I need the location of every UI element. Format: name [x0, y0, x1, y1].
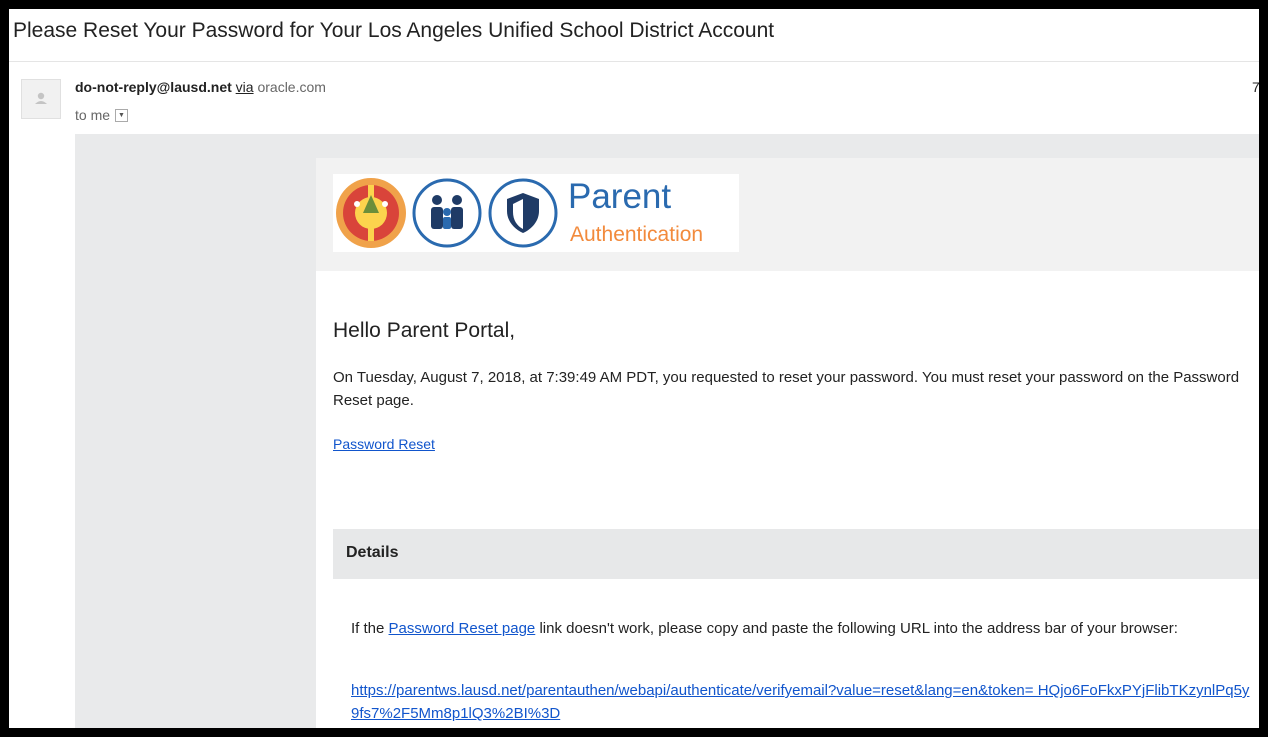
details-text: If the Password Reset page link doesn't …	[351, 617, 1256, 640]
lausd-seal-icon	[336, 178, 406, 248]
person-icon	[35, 92, 47, 104]
shield-icon	[488, 178, 558, 248]
caret-down-icon: ▼	[118, 111, 125, 119]
email-window: Please Reset Your Password for Your Los …	[9, 9, 1259, 728]
sender-line: do-not-reply@lausd.net via oracle.com	[75, 79, 326, 95]
header-divider	[9, 61, 1259, 62]
greeting: Hello Parent Portal,	[333, 319, 516, 342]
email-timestamp: 7	[1252, 79, 1259, 95]
logo-emblems	[336, 178, 558, 248]
sender-address[interactable]: do-not-reply@lausd.net	[75, 79, 232, 95]
parent-authentication-logo: Parent Authentication	[333, 174, 739, 252]
logo-band: Parent Authentication	[316, 158, 1259, 271]
details-header: Details	[333, 529, 1259, 579]
verify-email-url-link[interactable]: https://parentws.lausd.net/parentauthen/…	[351, 679, 1256, 726]
password-reset-page-link[interactable]: Password Reset page	[389, 620, 536, 637]
details-text-before: If the	[351, 620, 389, 637]
via-domain: oracle.com	[257, 79, 326, 95]
password-reset-link[interactable]: Password Reset	[333, 436, 435, 452]
details-title: Details	[346, 544, 399, 561]
email-content-card: Parent Authentication Hello Parent Porta…	[316, 158, 1259, 728]
family-icon	[412, 178, 482, 248]
recipient-label: to me	[75, 107, 111, 123]
logo-subtitle: Authentication	[570, 223, 704, 246]
logo-title: Parent	[568, 177, 672, 216]
recipient-line: to me ▼	[75, 107, 129, 123]
body-text: On Tuesday, August 7, 2018, at 7:39:49 A…	[333, 369, 1240, 409]
email-body-background: Parent Authentication Hello Parent Porta…	[75, 134, 1259, 728]
recipient-details-dropdown[interactable]: ▼	[115, 108, 129, 122]
via-link[interactable]: via	[236, 79, 254, 95]
email-subject: Please Reset Your Password for Your Los …	[13, 19, 775, 42]
details-text-after: link doesn't work, please copy and paste…	[535, 620, 1178, 637]
sender-avatar[interactable]	[21, 79, 61, 119]
